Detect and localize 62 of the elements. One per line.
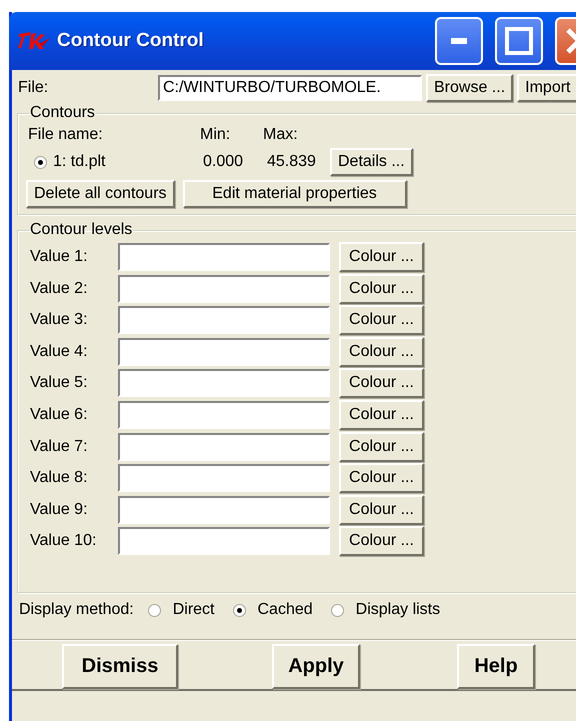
value-field[interactable] [118,496,330,524]
colour-button[interactable]: Colour ... [339,368,424,398]
radio-button[interactable] [232,604,246,616]
value-label: Value 1: [30,248,89,266]
feather-logo-icon [17,30,51,52]
value-field[interactable] [118,274,330,303]
value-label: Value 4: [30,342,89,361]
value-field[interactable] [118,464,330,492]
column-header: Min: [200,126,232,144]
radio-button[interactable] [148,604,161,616]
radio-button[interactable] [34,156,47,168]
browse-button[interactable]: Browse ... [426,74,514,102]
group-title: Contour levels [29,221,134,239]
colour-button[interactable]: Colour ... [339,305,424,336]
option-label: Display lists [356,601,440,619]
value-label: Value 5: [30,374,89,392]
help-button[interactable]: Help [457,644,535,689]
value-field[interactable] [118,527,330,556]
maximize-button[interactable] [495,17,543,65]
colour-button[interactable]: Colour ... [339,463,424,494]
apply-button[interactable]: Apply [272,644,360,689]
min-value: 0.000 [202,153,244,171]
value-label: Value 8: [30,469,89,488]
colour-button[interactable]: Colour ... [339,432,424,462]
value-field[interactable] [118,243,330,271]
minimize-icon [451,38,467,44]
maximize-icon [505,27,533,55]
value-field[interactable] [118,306,330,334]
file-name: 1: td.plt [53,153,106,171]
value-label: Value 2: [30,280,89,298]
value-field[interactable] [118,400,330,429]
delete-contours-button[interactable]: Delete all contours [26,180,175,208]
import-button[interactable]: Import [517,74,576,102]
option-label: Direct [172,601,214,619]
colour-button[interactable]: Colour ... [339,526,424,556]
value-label: Value 10: [30,532,98,550]
colour-button[interactable]: Colour ... [339,400,424,430]
colour-button[interactable]: Colour ... [339,242,424,272]
edit-material-button[interactable]: Edit material properties [182,180,407,208]
file-label: File: [18,79,50,97]
option-label: Cached [258,601,313,619]
value-label: Value 3: [30,311,89,330]
value-field[interactable] [118,432,330,461]
max-value: 45.839 [266,153,317,171]
value-field[interactable] [118,369,330,398]
group-title: Contours [29,104,96,122]
minimize-button[interactable] [435,17,483,65]
colour-button[interactable]: Colour ... [339,274,424,304]
colour-button[interactable]: Colour ... [339,494,424,525]
column-header: Max: [263,126,299,144]
display-method-label: Display method: [19,601,134,619]
colour-button[interactable]: Colour ... [339,336,424,367]
value-label: Value 6: [30,406,89,424]
column-header: File name: [27,126,104,144]
dismiss-button[interactable]: Dismiss [62,644,178,689]
radio-button[interactable] [330,604,344,616]
value-label: Value 7: [30,438,89,456]
value-field[interactable] [118,338,330,366]
details-button[interactable]: Details ... [330,148,413,176]
value-label: Value 9: [30,500,89,519]
file-path-field[interactable]: C:/WINTURBO/TURBOMOLE. [158,75,422,101]
window-title: Contour Control [57,30,205,52]
